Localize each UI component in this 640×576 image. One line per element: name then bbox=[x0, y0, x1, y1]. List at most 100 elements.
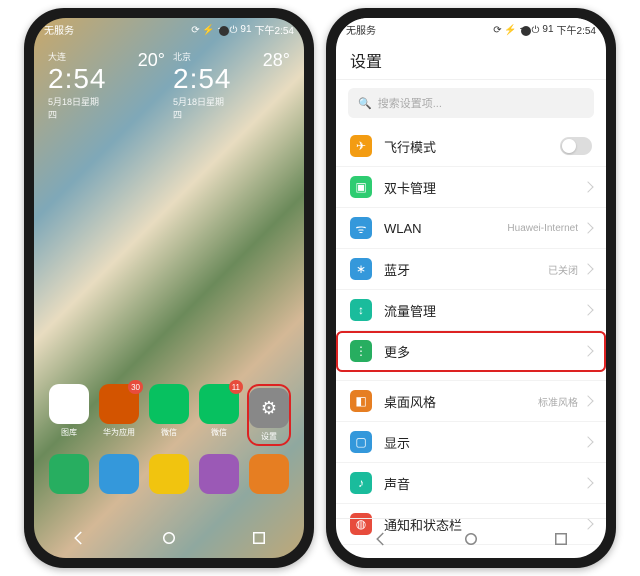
search-icon: 🔍 bbox=[358, 97, 372, 110]
battery-label: 91 bbox=[542, 24, 553, 35]
dock-app[interactable] bbox=[47, 454, 91, 494]
row-显示[interactable]: ▢ 显示 bbox=[336, 422, 606, 463]
row-label: WLAN bbox=[384, 221, 507, 236]
row-label: 更多 bbox=[384, 342, 584, 361]
row-label: 声音 bbox=[384, 474, 584, 493]
weather-loc-2: 北京 bbox=[173, 50, 232, 63]
clock-date-2: 5月18日星期四 bbox=[173, 95, 232, 121]
app-icon: ⚙ bbox=[249, 388, 289, 428]
row-流量管理[interactable]: ↕ 流量管理 bbox=[336, 290, 606, 331]
row-value: Huawei-Internet bbox=[507, 223, 578, 234]
app-图库[interactable]: 图库 bbox=[47, 384, 91, 446]
app-label: 图库 bbox=[61, 427, 77, 438]
settings-list: ✈ 飞行模式▣ 双卡管理ᯤ WLANHuawei-Internet∗ 蓝牙已关闭… bbox=[336, 126, 606, 545]
battery-label: 91 bbox=[240, 24, 251, 35]
weather-temp-2: 28° bbox=[240, 50, 291, 71]
app-label: 微信 bbox=[211, 427, 227, 438]
row-icon: ✈ bbox=[350, 135, 372, 157]
row-icon: ↕ bbox=[350, 299, 372, 321]
weather-temp-1: 20° bbox=[115, 50, 166, 71]
time-label: 下午2:54 bbox=[557, 22, 596, 37]
row-飞行模式[interactable]: ✈ 飞行模式 bbox=[336, 126, 606, 167]
row-蓝牙[interactable]: ∗ 蓝牙已关闭 bbox=[336, 249, 606, 290]
weather-loc-1: 大连 bbox=[48, 50, 107, 63]
time-label: 下午2:54 bbox=[255, 22, 294, 37]
app-icon bbox=[149, 384, 189, 424]
app-label: 微信 bbox=[161, 427, 177, 438]
row-icon: ᯤ bbox=[350, 217, 372, 239]
chevron-right-icon bbox=[582, 304, 593, 315]
clock-time-2: 2:54 bbox=[173, 63, 232, 95]
nav-back-icon[interactable] bbox=[70, 529, 88, 547]
row-icon: ▢ bbox=[350, 431, 372, 453]
nav-bar bbox=[336, 518, 606, 558]
row-icon: ♪ bbox=[350, 472, 372, 494]
app-icon bbox=[49, 454, 89, 494]
phone-settings: 无服务 ⟳ ⚡ ᯤ ⏻ 91 下午2:54 设置 🔍 搜索设置项... ✈ 飞行… bbox=[326, 8, 616, 568]
app-icon bbox=[99, 454, 139, 494]
status-icons: ⟳ ⚡ ᯤ ⏻ bbox=[493, 22, 539, 36]
app-icon bbox=[49, 384, 89, 424]
app-icon bbox=[149, 454, 189, 494]
row-label: 双卡管理 bbox=[384, 178, 584, 197]
search-input[interactable]: 🔍 搜索设置项... bbox=[348, 88, 594, 118]
app-华为应用[interactable]: 30 华为应用 bbox=[97, 384, 141, 446]
nav-back-icon[interactable] bbox=[372, 530, 390, 548]
chevron-right-icon bbox=[582, 477, 593, 488]
row-icon: ⋮ bbox=[350, 340, 372, 362]
row-label: 桌面风格 bbox=[384, 392, 538, 411]
carrier-label: 无服务 bbox=[346, 22, 376, 37]
app-微信[interactable]: 微信 bbox=[147, 384, 191, 446]
dock-app[interactable] bbox=[197, 454, 241, 494]
dock-app[interactable] bbox=[147, 454, 191, 494]
app-设置[interactable]: ⚙ 设置 bbox=[247, 384, 291, 446]
dock-area: 图库 30 华为应用 微信 11 微信⚙ 设置 bbox=[34, 384, 304, 502]
row-双卡管理[interactable]: ▣ 双卡管理 bbox=[336, 167, 606, 208]
nav-recent-icon[interactable] bbox=[552, 530, 570, 548]
row-更多[interactable]: ⋮ 更多 bbox=[336, 331, 606, 372]
app-label: 华为应用 bbox=[103, 427, 135, 438]
row-WLAN[interactable]: ᯤ WLANHuawei-Internet bbox=[336, 208, 606, 249]
row-icon: ∗ bbox=[350, 258, 372, 280]
row-label: 蓝牙 bbox=[384, 260, 548, 279]
row-label: 流量管理 bbox=[384, 301, 584, 320]
nav-bar bbox=[34, 518, 304, 558]
chevron-right-icon bbox=[582, 436, 593, 447]
app-label: 设置 bbox=[261, 431, 277, 442]
nav-home-icon[interactable] bbox=[160, 529, 178, 547]
status-bar: 无服务 ⟳ ⚡ ᯤ ⏻ 91 下午2:54 bbox=[34, 18, 304, 40]
page-title: 设置 bbox=[336, 40, 606, 80]
row-icon: ▣ bbox=[350, 176, 372, 198]
row-label: 飞行模式 bbox=[384, 137, 560, 156]
app-icon bbox=[199, 454, 239, 494]
row-value: 标准风格 bbox=[538, 394, 578, 409]
chevron-right-icon bbox=[582, 395, 593, 406]
status-bar: 无服务 ⟳ ⚡ ᯤ ⏻ 91 下午2:54 bbox=[336, 18, 606, 40]
row-value: 已关闭 bbox=[548, 262, 578, 277]
clock-date-1: 5月18日星期四 bbox=[48, 95, 107, 121]
clock-widgets: 大连 2:54 5月18日星期四 20° 北京 2:54 5月18日星期四 28… bbox=[34, 40, 304, 121]
phone-home: 无服务 ⟳ ⚡ ᯤ ⏻ 91 下午2:54 大连 2:54 5月18日星期四 2… bbox=[24, 8, 314, 568]
app-微信[interactable]: 11 微信 bbox=[197, 384, 241, 446]
search-placeholder: 搜索设置项... bbox=[378, 95, 442, 111]
settings-screen: 无服务 ⟳ ⚡ ᯤ ⏻ 91 下午2:54 设置 🔍 搜索设置项... ✈ 飞行… bbox=[336, 18, 606, 558]
chevron-right-icon bbox=[582, 181, 593, 192]
row-桌面风格[interactable]: ◧ 桌面风格标准风格 bbox=[336, 380, 606, 422]
dock-app[interactable] bbox=[97, 454, 141, 494]
home-screen: 无服务 ⟳ ⚡ ᯤ ⏻ 91 下午2:54 大连 2:54 5月18日星期四 2… bbox=[34, 18, 304, 558]
carrier-label: 无服务 bbox=[44, 22, 74, 37]
toggle[interactable] bbox=[560, 137, 592, 155]
nav-recent-icon[interactable] bbox=[250, 529, 268, 547]
row-label: 显示 bbox=[384, 433, 584, 452]
badge: 30 bbox=[128, 380, 143, 394]
nav-home-icon[interactable] bbox=[462, 530, 480, 548]
chevron-right-icon bbox=[582, 263, 593, 274]
clock-time-1: 2:54 bbox=[48, 63, 107, 95]
chevron-right-icon bbox=[582, 345, 593, 356]
row-声音[interactable]: ♪ 声音 bbox=[336, 463, 606, 504]
row-icon: ◧ bbox=[350, 390, 372, 412]
dock-app[interactable] bbox=[247, 454, 291, 494]
chevron-right-icon bbox=[582, 222, 593, 233]
status-icons: ⟳ ⚡ ᯤ ⏻ bbox=[191, 22, 237, 36]
app-icon bbox=[249, 454, 289, 494]
